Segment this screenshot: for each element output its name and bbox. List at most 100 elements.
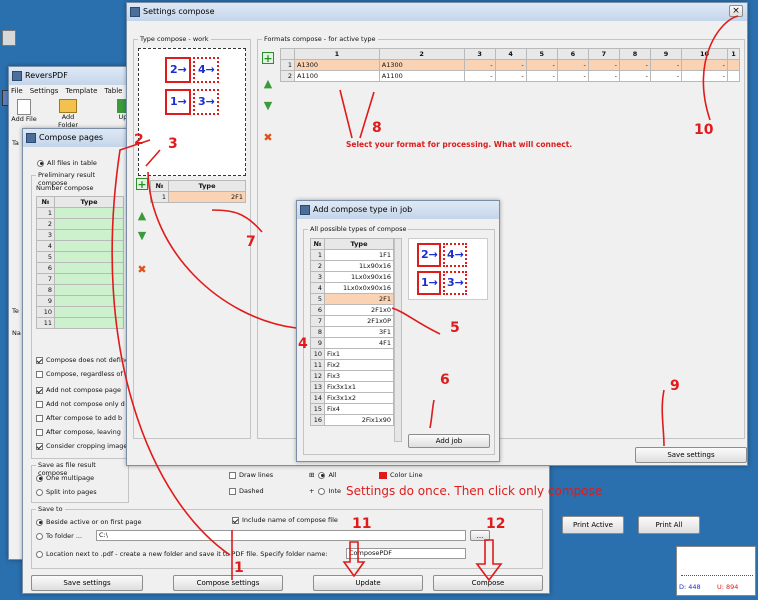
types-scrollbar[interactable] xyxy=(394,238,402,442)
type-cell[interactable]: Fix4 xyxy=(324,403,394,415)
format-cell[interactable]: - xyxy=(494,59,527,71)
format-cell[interactable]: A1300 xyxy=(378,59,465,71)
format-cell[interactable]: - xyxy=(587,59,620,71)
table-row[interactable]: 6 2F1x0 xyxy=(310,304,394,316)
option-compose-not-define[interactable]: Compose does not define xyxy=(36,356,129,364)
type-cell[interactable] xyxy=(54,240,124,252)
delete-icon[interactable]: ✖ xyxy=(136,264,148,276)
table-row[interactable]: 6 xyxy=(36,262,124,274)
add-file-tool[interactable]: Add File xyxy=(11,99,37,123)
type-cell[interactable]: 2F1x0P xyxy=(324,315,394,327)
type-cell[interactable] xyxy=(54,306,124,318)
location-next-radio[interactable]: Location next to .pdf - create a new fol… xyxy=(36,550,328,558)
format-up-icon[interactable]: ▲ xyxy=(262,78,274,90)
type-cell[interactable] xyxy=(54,207,124,219)
format-cell[interactable]: - xyxy=(587,70,620,82)
desktop-shortcut[interactable] xyxy=(2,30,16,46)
format-cell[interactable]: - xyxy=(463,59,496,71)
table-row[interactable]: 7 xyxy=(36,273,124,285)
table-row[interactable]: 14 Fix3x1x2 xyxy=(310,392,394,404)
table-row[interactable]: 12 Fix3 xyxy=(310,370,394,382)
move-up-icon[interactable]: ▲ xyxy=(136,210,148,222)
format-cell[interactable]: - xyxy=(650,70,683,82)
table-row[interactable]: 10 xyxy=(36,306,124,318)
format-cell[interactable]: - xyxy=(525,59,558,71)
settings-save-button[interactable]: Save settings xyxy=(635,447,747,463)
format-cell[interactable] xyxy=(727,70,740,82)
type-cell[interactable]: 2F1x0 xyxy=(324,304,394,316)
table-row[interactable]: 5 2F1 xyxy=(310,293,394,305)
type-cell[interactable]: 1Lx0x0x90x16 xyxy=(324,282,394,294)
folder-input[interactable]: C:\ xyxy=(96,530,466,541)
format-cell[interactable]: - xyxy=(618,59,652,71)
split-pages-radio[interactable]: Split into pages xyxy=(36,488,97,496)
format-delete-icon[interactable]: ✖ xyxy=(262,132,274,144)
beside-active-radio[interactable]: Beside active or on first page xyxy=(36,518,142,526)
menu-file[interactable]: File xyxy=(11,87,23,95)
print-all-button[interactable]: Print All xyxy=(638,516,700,534)
format-cell[interactable]: - xyxy=(556,59,589,71)
type-cell[interactable] xyxy=(54,317,124,329)
format-cell[interactable]: - xyxy=(556,70,589,82)
table-row[interactable]: 9 xyxy=(36,295,124,307)
dashed-checkbox[interactable]: Dashed xyxy=(229,487,264,495)
draw-lines-checkbox[interactable]: Draw lines xyxy=(229,471,273,479)
table-row[interactable]: 3 xyxy=(36,229,124,241)
type-cell[interactable]: 2F1 xyxy=(168,191,246,203)
table-row[interactable]: 11 xyxy=(36,317,124,329)
folder-name-input[interactable]: ComposePDF xyxy=(346,548,466,559)
all-files-radio[interactable]: All files in table xyxy=(37,159,97,167)
table-row[interactable]: 2 A1100 A1100 - - - - - - - - xyxy=(280,70,740,82)
type-cell[interactable] xyxy=(54,295,124,307)
format-cell[interactable]: - xyxy=(681,70,728,82)
save-settings-button[interactable]: Save settings xyxy=(31,575,143,591)
one-multipage-radio[interactable]: One multipage xyxy=(36,474,94,482)
option-compose-regardless[interactable]: Compose, regardless of xyxy=(36,370,123,378)
type-cell[interactable]: Fix2 xyxy=(324,359,394,371)
format-cell[interactable]: - xyxy=(681,59,728,71)
type-cell[interactable]: 1Lx90x16 xyxy=(324,260,394,272)
option-add-not-compose[interactable]: Add not compose page xyxy=(36,386,121,394)
menu-settings[interactable]: Settings xyxy=(30,87,59,95)
table-row[interactable]: 8 xyxy=(36,284,124,296)
type-cell[interactable]: Fix3 xyxy=(324,370,394,382)
table-row[interactable]: 9 4F1 xyxy=(310,337,394,349)
type-cell[interactable]: 2Fix1x90 xyxy=(324,414,394,426)
move-down-icon[interactable]: ▼ xyxy=(136,230,148,242)
add-format-icon[interactable]: + xyxy=(262,52,274,65)
include-name-checkbox[interactable]: Include name of compose file xyxy=(232,516,338,524)
add-type-button[interactable]: + xyxy=(136,178,148,191)
table-row[interactable]: 2 xyxy=(36,218,124,230)
table-row[interactable]: 5 xyxy=(36,251,124,263)
option-after-compose-leaving[interactable]: After compose, leaving xyxy=(36,428,121,436)
type-cell[interactable]: 3F1 xyxy=(324,326,394,338)
format-cell[interactable]: - xyxy=(650,59,683,71)
table-row[interactable]: 11 Fix2 xyxy=(310,359,394,371)
format-cell[interactable]: A1300 xyxy=(294,59,380,71)
table-row[interactable]: 15 Fix4 xyxy=(310,403,394,415)
table-row[interactable]: 8 3F1 xyxy=(310,326,394,338)
table-row[interactable]: 3 1Lx0x90x16 xyxy=(310,271,394,283)
format-cell[interactable]: - xyxy=(525,70,558,82)
compose-settings-button[interactable]: Compose settings xyxy=(173,575,283,591)
option-consider-cropping[interactable]: Consider cropping image xyxy=(36,442,127,450)
type-cell[interactable]: 4F1 xyxy=(324,337,394,349)
type-cell[interactable]: 2F1 xyxy=(324,293,394,305)
inte-lines-radio[interactable]: + Inte xyxy=(309,487,341,495)
type-cell[interactable] xyxy=(54,251,124,263)
table-row[interactable]: 7 2F1x0P xyxy=(310,315,394,327)
table-row[interactable]: 1 A1300 A1300 - - - - - - - - xyxy=(280,59,740,71)
update-button[interactable]: Update xyxy=(313,575,423,591)
format-down-icon[interactable]: ▼ xyxy=(262,100,274,112)
option-after-compose-add[interactable]: After compose to add b xyxy=(36,414,122,422)
type-cell[interactable]: Fix3x1x2 xyxy=(324,392,394,404)
format-cell[interactable]: - xyxy=(494,70,527,82)
menu-table[interactable]: Table xyxy=(104,87,122,95)
table-row[interactable]: 10 Fix1 xyxy=(310,348,394,360)
type-cell[interactable] xyxy=(54,273,124,285)
add-folder-tool[interactable]: Add Folder xyxy=(51,99,85,129)
format-cell[interactable]: - xyxy=(463,70,496,82)
table-row[interactable]: 4 xyxy=(36,240,124,252)
color-line[interactable]: Color Line xyxy=(379,471,423,479)
format-cell[interactable]: A1100 xyxy=(294,70,380,82)
